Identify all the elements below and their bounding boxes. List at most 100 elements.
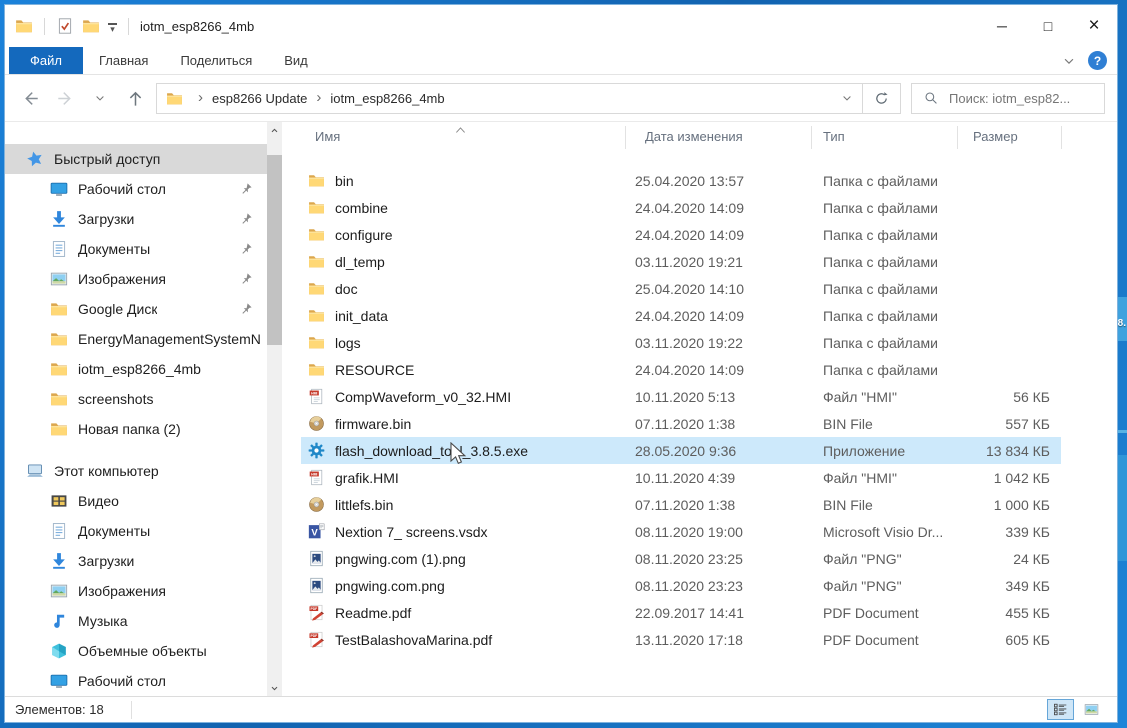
new-folder-icon[interactable] xyxy=(82,17,100,35)
file-row[interactable]: firmware.bin 07.11.2020 1:38 BIN File 55… xyxy=(301,410,1061,437)
minimize-button[interactable]: ─ xyxy=(979,5,1025,47)
file-rows: bin 25.04.2020 13:57 Папка с файлами com… xyxy=(283,167,1117,653)
file-row[interactable]: RESOURCE 24.04.2020 14:09 Папка с файлам… xyxy=(301,356,1061,383)
sidebar-item[interactable]: Музыка xyxy=(5,606,267,636)
sidebar-scrollbar[interactable] xyxy=(267,122,282,696)
file-row[interactable]: pngwing.com (1).png 08.11.2020 23:25 Фай… xyxy=(301,545,1061,572)
scrollbar-thumb[interactable] xyxy=(267,155,282,345)
file-name-cell: init_data xyxy=(301,307,625,324)
forward-button-icon[interactable] xyxy=(54,87,76,109)
svg-text:V: V xyxy=(311,527,318,538)
sidebar-item[interactable]: iotm_esp8266_4mb xyxy=(5,354,267,384)
file-row[interactable]: littlefs.bin 07.11.2020 1:38 BIN File 1 … xyxy=(301,491,1061,518)
column-separator[interactable] xyxy=(957,126,958,149)
folder-icon xyxy=(50,390,68,408)
file-row[interactable]: configure 24.04.2020 14:09 Папка с файла… xyxy=(301,221,1061,248)
file-row[interactable]: combine 24.04.2020 14:09 Папка с файлами xyxy=(301,194,1061,221)
column-separator[interactable] xyxy=(1061,126,1062,149)
address-bar[interactable]: › esp8266 Update › iotm_esp8266_4mb xyxy=(156,83,863,114)
scroll-down-icon[interactable] xyxy=(267,680,282,696)
sidebar-item[interactable]: Загрузки xyxy=(5,546,267,576)
pin-icon xyxy=(239,242,253,256)
properties-check-icon[interactable] xyxy=(56,17,74,35)
music-icon xyxy=(50,612,68,630)
recent-locations-chevron-icon[interactable] xyxy=(89,87,111,109)
column-header-type[interactable]: Тип xyxy=(823,129,845,144)
sidebar-item[interactable]: Быстрый доступ xyxy=(5,144,267,174)
back-button-icon[interactable] xyxy=(19,87,41,109)
ribbon-tab[interactable]: Вид xyxy=(282,47,310,74)
pictures-icon xyxy=(50,582,68,600)
scroll-up-icon[interactable] xyxy=(267,122,282,138)
sidebar-item[interactable]: Загрузки xyxy=(5,204,267,234)
ribbon-tab[interactable]: Поделиться xyxy=(178,47,254,74)
sidebar-item[interactable]: Документы xyxy=(5,516,267,546)
column-header-name[interactable]: Имя xyxy=(315,129,340,144)
folder-icon xyxy=(308,253,325,270)
help-icon[interactable]: ? xyxy=(1088,51,1107,70)
sidebar-item[interactable]: Документы xyxy=(5,234,267,264)
file-row[interactable]: bin 25.04.2020 13:57 Папка с файлами xyxy=(301,167,1061,194)
ribbon-tab[interactable]: Главная xyxy=(97,47,150,74)
address-dropdown-chevron-icon[interactable] xyxy=(832,84,862,113)
file-row[interactable]: V Nextion 7_ screens.vsdx 08.11.2020 19:… xyxy=(301,518,1061,545)
window-title: iotm_esp8266_4mb xyxy=(140,19,254,34)
file-row[interactable]: doc 25.04.2020 14:10 Папка с файлами xyxy=(301,275,1061,302)
close-button[interactable]: × xyxy=(1071,5,1117,47)
sidebar-item[interactable]: Изображения xyxy=(5,576,267,606)
file-row[interactable]: dl_temp 03.11.2020 19:21 Папка с файлами xyxy=(301,248,1061,275)
file-date: 10.11.2020 4:39 xyxy=(625,470,811,486)
maximize-button[interactable]: □ xyxy=(1025,5,1071,47)
search-box[interactable]: Поиск: iotm_esp82... xyxy=(911,83,1105,114)
file-type: BIN File xyxy=(811,416,957,432)
file-row[interactable]: logs 03.11.2020 19:22 Папка с файлами xyxy=(301,329,1061,356)
file-row[interactable]: init_data 24.04.2020 14:09 Папка с файла… xyxy=(301,302,1061,329)
file-name: Readme.pdf xyxy=(335,605,411,621)
sidebar-item[interactable]: Изображения xyxy=(5,264,267,294)
svg-text:PDF: PDF xyxy=(310,607,317,611)
ribbon-tab[interactable]: Файл xyxy=(9,47,83,74)
breadcrumb-item[interactable]: esp8266 Update xyxy=(212,91,307,106)
file-row[interactable]: PDF TestBalashovaMarina.pdf 13.11.2020 1… xyxy=(301,626,1061,653)
file-row[interactable]: flash_download_tool_3.8.5.exe 28.05.2020… xyxy=(301,437,1061,464)
file-row[interactable]: pngwing.com.png 08.11.2020 23:23 Файл "P… xyxy=(301,572,1061,599)
search-icon xyxy=(924,91,938,105)
separator xyxy=(128,18,129,35)
sidebar-item[interactable]: Новая папка (2) xyxy=(5,414,267,444)
column-separator[interactable] xyxy=(811,126,812,149)
customize-qat-dropdown-icon[interactable]: ▾ xyxy=(108,20,117,32)
refresh-icon xyxy=(874,91,889,106)
file-name-cell: pngwing.com (1).png xyxy=(301,550,625,567)
refresh-button[interactable] xyxy=(863,83,901,114)
file-type: Папка с файлами xyxy=(811,254,957,270)
breadcrumb-item[interactable]: iotm_esp8266_4mb xyxy=(330,91,444,106)
file-row[interactable]: HMI grafik.HMI 10.11.2020 4:39 Файл "HMI… xyxy=(301,464,1061,491)
column-header-size[interactable]: Размер xyxy=(973,129,1018,144)
file-row[interactable]: PDF Readme.pdf 22.09.2017 14:41 PDF Docu… xyxy=(301,599,1061,626)
sidebar-item[interactable]: Рабочий стол xyxy=(5,174,267,204)
file-type: Файл "PNG" xyxy=(811,551,957,567)
details-view-button[interactable] xyxy=(1047,699,1074,720)
file-row[interactable]: HMI CompWaveform_v0_32.HMI 10.11.2020 5:… xyxy=(301,383,1061,410)
sidebar-item[interactable]: screenshots xyxy=(5,384,267,414)
up-button-icon[interactable] xyxy=(124,87,146,109)
file-name-cell: HMI CompWaveform_v0_32.HMI xyxy=(301,388,625,405)
column-header-date[interactable]: Дата изменения xyxy=(645,129,743,144)
sidebar-item[interactable]: Видео xyxy=(5,486,267,516)
file-name-cell: dl_temp xyxy=(301,253,625,270)
file-type: Папка с файлами xyxy=(811,227,957,243)
file-type: Microsoft Visio Dr... xyxy=(811,524,957,540)
sidebar-item[interactable]: EnergyManagementSystemN xyxy=(5,324,267,354)
file-type: BIN File xyxy=(811,497,957,513)
thumbnails-view-button[interactable] xyxy=(1078,699,1105,720)
file-type: Папка с файлами xyxy=(811,173,957,189)
sidebar-item[interactable]: Этот компьютер xyxy=(5,456,267,486)
collapse-ribbon-chevron-icon[interactable] xyxy=(1062,54,1076,68)
sidebar-item[interactable]: Google Диск xyxy=(5,294,267,324)
sidebar-item[interactable]: Рабочий стол xyxy=(5,666,267,696)
file-name: doc xyxy=(335,281,358,297)
sidebar-item[interactable]: Объемные объекты xyxy=(5,636,267,666)
file-size: 557 КБ xyxy=(957,416,1061,432)
file-date: 24.04.2020 14:09 xyxy=(625,227,811,243)
column-separator[interactable] xyxy=(625,126,626,149)
